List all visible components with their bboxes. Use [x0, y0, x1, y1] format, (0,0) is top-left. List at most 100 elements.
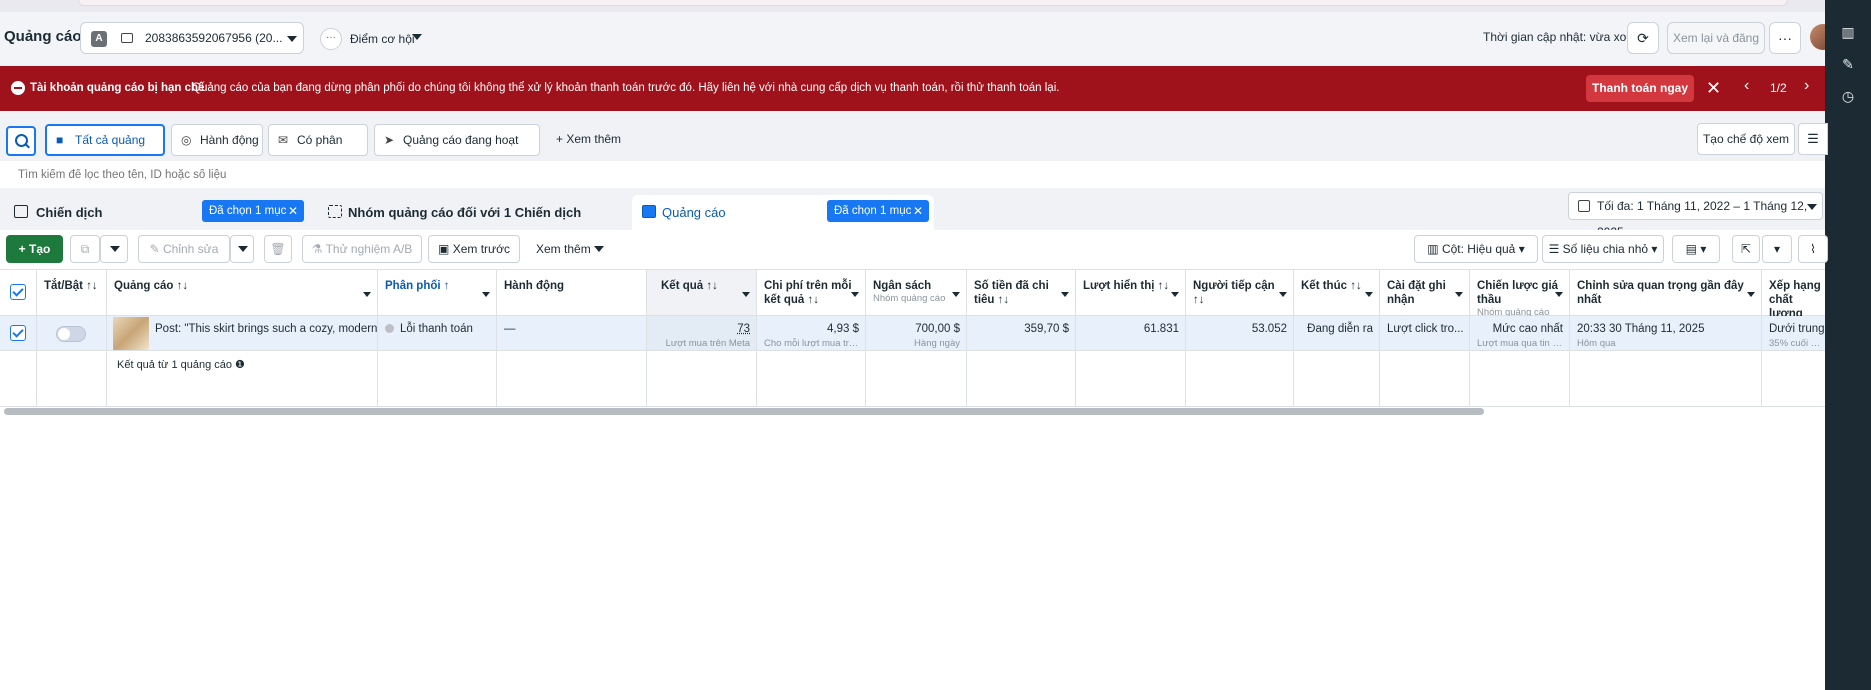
tab-campaigns[interactable]: Chiến dịch Đã chọn 1 mục ✕: [4, 195, 310, 230]
filter-delivering[interactable]: ✉Có phân phối: [268, 124, 368, 177]
search-icon[interactable]: [6, 126, 36, 156]
duplicate-dropdown[interactable]: [100, 235, 128, 263]
toolbar: + Tạo ⧉ ✎ Chỉnh sửa 🗑 ⚗ Thử nghiệm A/B ▣…: [0, 230, 1828, 269]
account-id: 2083863592067956 (20...: [145, 31, 283, 45]
delete-icon[interactable]: 🗑: [264, 235, 292, 263]
clock-icon[interactable]: ◷: [1840, 88, 1856, 104]
campaign-icon: [14, 205, 28, 218]
chevron-down-icon: [1807, 204, 1817, 210]
col-attribution[interactable]: Cài đặt ghi nhận: [1380, 269, 1470, 316]
footer-cell: [1294, 351, 1380, 407]
chevron-down-icon: [1747, 292, 1755, 297]
budget-cell[interactable]: 700,00 $ Hàng ngày: [866, 316, 967, 351]
chevron-down-icon: [110, 246, 120, 252]
select-all-cell: [0, 269, 37, 316]
chevron-down-icon: [238, 246, 248, 252]
duplicate-icon[interactable]: ⧉: [70, 235, 100, 263]
pay-now-button[interactable]: Thanh toán ngay: [1586, 75, 1694, 102]
chevron-right-icon[interactable]: ›: [1804, 77, 1809, 95]
date-range-picker[interactable]: Tối đa: 1 Tháng 11, 2022 – 1 Tháng 12, 2…: [1568, 192, 1823, 239]
folder-icon: ■: [56, 133, 64, 147]
flask-icon: ⚗: [311, 242, 323, 256]
more-options-button[interactable]: ···: [1769, 22, 1801, 54]
ab-test-button[interactable]: ⚗ Thử nghiệm A/B: [302, 235, 422, 263]
col-cost-per-result[interactable]: Chi phí trên mỗi kết quả ↑↓: [757, 269, 866, 316]
account-avatar: A: [91, 31, 107, 47]
bid-cell: Mức cao nhất Lượt mua qua tin n...: [1470, 316, 1570, 351]
filter-bar: ■Tất cả quảng cáo ◎Hành động ✉Có phân ph…: [0, 111, 1828, 177]
create-view-button[interactable]: Tạo chế độ xem: [1697, 123, 1795, 155]
selection-chip[interactable]: Đã chọn 1 mục ✕: [827, 200, 929, 222]
sliders-icon[interactable]: ☰: [1798, 123, 1828, 155]
close-icon[interactable]: ✕: [913, 200, 923, 222]
toggle-cell: [37, 316, 107, 351]
refresh-icon: ⟳: [1637, 30, 1649, 46]
close-icon[interactable]: ✕: [1706, 78, 1721, 99]
selection-chip[interactable]: Đã chọn 1 mục ✕: [202, 200, 304, 222]
col-quality[interactable]: Xếp hạng chất lượng: [1762, 269, 1825, 320]
ad-toggle[interactable]: [56, 326, 86, 342]
tab-ads[interactable]: Quảng cáo Đã chọn 1 mục ✕: [632, 195, 934, 230]
col-toggle[interactable]: Tắt/Bật ↑↓: [37, 269, 107, 316]
footer-cell: [647, 351, 757, 407]
results-cell[interactable]: 73 Lượt mua trên Meta: [647, 316, 757, 351]
preview-button[interactable]: ▣ Xem trước: [428, 235, 520, 263]
chart-toggle-icon[interactable]: ⌇: [1798, 235, 1828, 263]
col-impressions[interactable]: Lượt hiển thị ↑↓: [1076, 269, 1186, 316]
export-dropdown[interactable]: ▾: [1762, 235, 1792, 263]
footer-cell: [1762, 351, 1825, 407]
filter-active-ads[interactable]: ➤Quảng cáo đang hoạt động: [374, 124, 540, 177]
col-amount-spent[interactable]: Số tiền đã chi tiêu ↑↓: [967, 269, 1076, 316]
update-status: Thời gian cập nhật: vừa xong: [1483, 30, 1640, 44]
ad-name-cell[interactable]: Post: "This skirt brings such a cozy, mo…: [107, 316, 378, 351]
col-ends[interactable]: Kết thúc ↑↓: [1294, 269, 1380, 316]
filter-all-ads[interactable]: ■Tất cả quảng cáo: [45, 124, 165, 175]
filter-actions[interactable]: ◎ Hành động: [171, 124, 263, 156]
refresh-button[interactable]: ⟳: [1627, 22, 1659, 54]
create-button[interactable]: + Tạo: [6, 235, 63, 263]
chevron-down-icon: [1555, 292, 1563, 297]
account-selector[interactable]: A 2083863592067956 (20...: [80, 22, 304, 54]
columns-button[interactable]: ▥ Cột: Hiệu quả ▾: [1414, 235, 1538, 263]
col-delivery[interactable]: Phân phối ↑: [378, 269, 497, 316]
tab-adsets[interactable]: Nhóm quảng cáo đối với 1 Chiến dịch: [318, 195, 624, 230]
col-ad-name[interactable]: Quảng cáo ↑↓: [107, 269, 378, 316]
edit-dropdown[interactable]: [230, 235, 254, 263]
chevron-down-icon: [412, 34, 422, 40]
filter-more[interactable]: + Xem thêm: [556, 132, 621, 146]
breakdown-icon: ☰: [1548, 242, 1560, 256]
horizontal-scrollbar[interactable]: [4, 408, 1484, 415]
col-last-edit[interactable]: Chỉnh sửa quan trọng gần đây nhất: [1570, 269, 1762, 316]
opportunity-score-button[interactable]: Điểm cơ hội: [350, 32, 415, 46]
alert-message: Quảng cáo của bạn đang dừng phân phối do…: [192, 82, 1060, 94]
footer-cell: [1470, 351, 1570, 407]
chevron-down-icon: [851, 292, 859, 297]
col-reach[interactable]: Người tiếp cận ↑↓: [1186, 269, 1294, 316]
chart-icon[interactable]: ▥: [1840, 24, 1856, 40]
export-icon[interactable]: ⇱: [1732, 235, 1760, 263]
chevron-down-icon: [363, 292, 371, 297]
select-all-checkbox[interactable]: [10, 284, 26, 300]
impressions-cell: 61.831: [1076, 316, 1186, 351]
search-input[interactable]: [8, 161, 1825, 188]
opportunity-score-icon: ···: [320, 28, 342, 50]
footer-cell: [497, 351, 647, 407]
last-edit-cell[interactable]: 20:33 30 Tháng 11, 2025 Hôm qua: [1570, 316, 1762, 351]
footer-cell: [378, 351, 497, 407]
pencil-icon[interactable]: ✎: [1840, 56, 1856, 72]
page-header: Quảng cáo A 2083863592067956 (20... ··· …: [0, 12, 1836, 66]
columns-icon: ▥: [1427, 242, 1439, 256]
close-icon[interactable]: ✕: [288, 200, 298, 222]
chevron-left-icon[interactable]: ‹: [1744, 77, 1749, 95]
row-checkbox[interactable]: [10, 325, 26, 341]
more-button[interactable]: Xem thêm: [536, 242, 591, 256]
reports-button[interactable]: ▤ ▾: [1672, 235, 1720, 263]
col-budget[interactable]: Ngân sách Nhóm quảng cáo: [866, 269, 967, 316]
col-bid-strategy[interactable]: Chiến lược giá thầu Nhóm quảng cáo: [1470, 269, 1570, 318]
review-publish-button[interactable]: Xem lại và đăng: [1667, 22, 1765, 54]
edit-button[interactable]: ✎ Chỉnh sửa: [138, 235, 230, 263]
breakdown-button[interactable]: ☰ Số liệu chia nhỏ ▾: [1542, 235, 1664, 263]
col-results[interactable]: Kết quả ↑↓: [647, 269, 757, 316]
col-actions[interactable]: Hành động: [497, 269, 647, 316]
send-icon: ➤: [384, 133, 395, 147]
